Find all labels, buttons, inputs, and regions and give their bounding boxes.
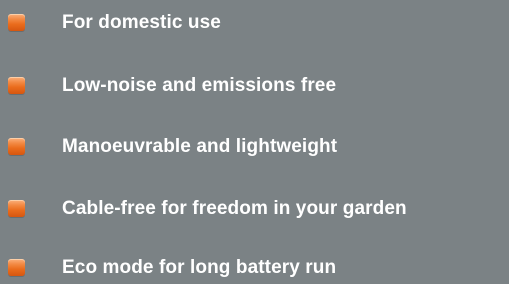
orange-square-bullet-icon — [8, 200, 25, 217]
feature-text: Manoeuvrable and lightweight — [62, 136, 338, 157]
orange-square-bullet-icon — [8, 14, 25, 31]
feature-text: Low-noise and emissions free — [62, 75, 337, 96]
feature-text: Cable-free for freedom in your garden — [62, 198, 407, 219]
feature-text: Eco mode for long battery run — [62, 257, 337, 278]
feature-item-manoeuvrable: Manoeuvrable and lightweight — [0, 133, 509, 163]
orange-square-bullet-icon — [8, 138, 25, 155]
orange-square-bullet-icon — [8, 77, 25, 94]
orange-square-bullet-icon — [8, 259, 25, 276]
feature-item-cable-free: Cable-free for freedom in your garden — [0, 195, 509, 225]
feature-item-low-noise: Low-noise and emissions free — [0, 72, 509, 102]
feature-item-eco-mode: Eco mode for long battery run — [0, 254, 509, 284]
feature-list: For domestic use Low-noise and emissions… — [0, 0, 509, 279]
feature-item-domestic-use: For domestic use — [0, 9, 509, 39]
feature-text: For domestic use — [62, 12, 221, 33]
